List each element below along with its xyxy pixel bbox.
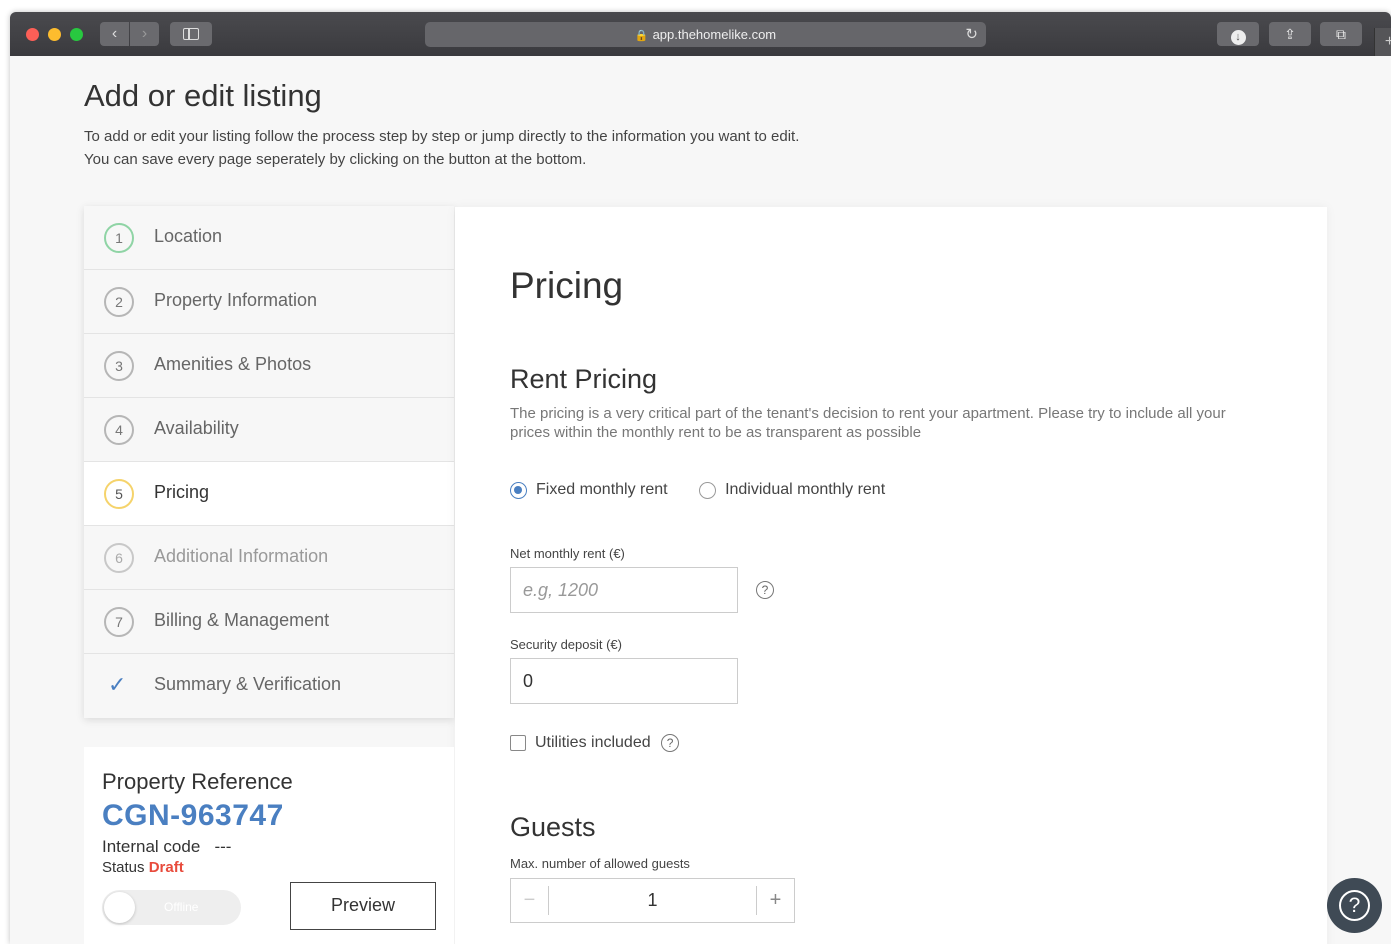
lock-icon: 🔒: [634, 30, 649, 42]
step-number: 1: [104, 223, 134, 253]
page-description: To add or edit your listing follow the p…: [84, 128, 800, 168]
net-rent-label: Net monthly rent (€): [510, 546, 625, 561]
guests-label: Max. number of allowed guests: [510, 856, 690, 871]
step-amenities-photos[interactable]: 3 Amenities & Photos: [84, 334, 454, 398]
help-button[interactable]: ?: [1327, 878, 1382, 933]
chevron-right-icon: ›: [141, 25, 148, 42]
step-pricing[interactable]: 5 Pricing: [84, 462, 454, 526]
sidebar-icon: [183, 28, 199, 40]
question-icon: ?: [1339, 890, 1370, 921]
online-toggle[interactable]: Offline: [102, 890, 241, 925]
downloads-button[interactable]: ↓: [1217, 22, 1259, 46]
status-badge: Draft: [148, 859, 184, 876]
preview-button[interactable]: Preview: [290, 882, 436, 930]
help-icon[interactable]: ?: [661, 734, 680, 752]
back-button[interactable]: ‹: [100, 22, 129, 46]
individual-rent-label: Individual monthly rent: [725, 481, 886, 498]
decrement-button[interactable]: −: [511, 886, 549, 915]
reload-icon[interactable]: ↻: [965, 22, 978, 47]
panel-title: Pricing: [510, 265, 624, 306]
net-rent-input[interactable]: [510, 567, 738, 613]
step-billing-management[interactable]: 7 Billing & Management: [84, 590, 454, 654]
toggle-knob: [104, 892, 135, 923]
tabs-icon: ⧉: [1336, 26, 1346, 42]
help-icon[interactable]: ?: [756, 581, 774, 599]
show-tabs-button[interactable]: ⧉: [1320, 22, 1362, 46]
page-title: Add or edit listing: [84, 78, 322, 113]
step-number: 5: [104, 479, 134, 509]
internal-code: Internal code ---: [102, 837, 231, 857]
step-label: Additional Information: [154, 546, 329, 566]
plus-icon: +: [1384, 33, 1391, 50]
browser-window: ‹ › 🔒 app.thehomelike.com ↻ ↓ ⇪ ⧉ + Add o…: [10, 12, 1391, 944]
step-label: Amenities & Photos: [154, 354, 312, 374]
step-number: 7: [104, 607, 134, 637]
fixed-rent-option[interactable]: Fixed monthly rent: [510, 481, 668, 499]
step-property-information[interactable]: 2 Property Information: [84, 270, 454, 334]
internal-code-label: Internal code: [102, 837, 201, 856]
step-number: 6: [104, 543, 134, 573]
zoom-window-button[interactable]: [70, 28, 83, 41]
step-label: Property Information: [154, 290, 318, 310]
status-label: Status: [102, 859, 145, 876]
share-button[interactable]: ⇪: [1269, 22, 1311, 46]
download-icon: ↓: [1230, 30, 1246, 45]
browser-toolbar: ‹ › 🔒 app.thehomelike.com ↻ ↓ ⇪ ⧉ +: [10, 12, 1391, 56]
step-number: 4: [104, 415, 134, 445]
deposit-label: Security deposit (€): [510, 637, 622, 652]
new-tab-button[interactable]: +: [1374, 28, 1391, 56]
rent-type-radio-group: Fixed monthly rent Individual monthly re…: [510, 481, 912, 499]
step-number: 3: [104, 351, 134, 381]
step-label: Summary & Verification: [154, 674, 342, 694]
guests-title: Guests: [510, 812, 596, 842]
individual-rent-radio[interactable]: [699, 481, 717, 499]
individual-rent-option[interactable]: Individual monthly rent: [699, 481, 885, 499]
internal-code-value: ---: [214, 837, 232, 856]
step-label: Location: [154, 226, 223, 246]
fixed-rent-label: Fixed monthly rent: [536, 481, 668, 498]
step-additional-information[interactable]: 6 Additional Information: [84, 526, 454, 590]
forward-button[interactable]: ›: [130, 22, 159, 46]
rent-pricing-description: The pricing is a very critical part of t…: [510, 405, 1226, 441]
address-bar[interactable]: 🔒 app.thehomelike.com ↻: [425, 22, 986, 47]
guests-value[interactable]: 1: [549, 879, 756, 922]
utilities-label: Utilities included: [535, 734, 651, 751]
toggle-label: Offline: [164, 900, 199, 914]
step-location[interactable]: 1 Location: [84, 206, 454, 270]
increment-button[interactable]: +: [756, 886, 794, 915]
step-availability[interactable]: 4 Availability: [84, 398, 454, 462]
utilities-checkbox[interactable]: [510, 735, 526, 751]
minimize-window-button[interactable]: [48, 28, 61, 41]
url-text: app.thehomelike.com: [652, 27, 777, 42]
steps-nav: 1 Location 2 Property Information 3 Amen…: [84, 206, 454, 718]
share-icon: ⇪: [1284, 26, 1296, 42]
utilities-checkbox-row[interactable]: Utilities included ?: [510, 734, 680, 752]
pricing-panel: Pricing Rent Pricing The pricing is a ve…: [455, 207, 1327, 944]
step-label: Availability: [154, 418, 239, 438]
checkmark-icon: ✓: [108, 672, 127, 697]
chevron-left-icon: ‹: [111, 25, 118, 42]
property-reference-card: Property Reference CGN-963747 Internal c…: [84, 747, 454, 944]
step-number: 2: [104, 287, 134, 317]
close-window-button[interactable]: [26, 28, 39, 41]
page-content: Add or edit listing To add or edit your …: [10, 56, 1391, 944]
status-row: Status Draft: [102, 859, 184, 876]
step-label: Pricing: [154, 482, 210, 502]
step-label: Billing & Management: [154, 610, 330, 630]
reference-code: CGN-963747: [102, 799, 284, 832]
fixed-rent-radio[interactable]: [510, 481, 527, 499]
rent-pricing-title: Rent Pricing: [510, 364, 658, 394]
deposit-input[interactable]: [510, 658, 738, 704]
sidebar-toggle-button[interactable]: [170, 22, 212, 46]
step-summary-verification[interactable]: ✓ Summary & Verification: [84, 654, 454, 718]
reference-title: Property Reference: [102, 769, 293, 794]
guests-stepper: − 1 +: [510, 878, 795, 923]
